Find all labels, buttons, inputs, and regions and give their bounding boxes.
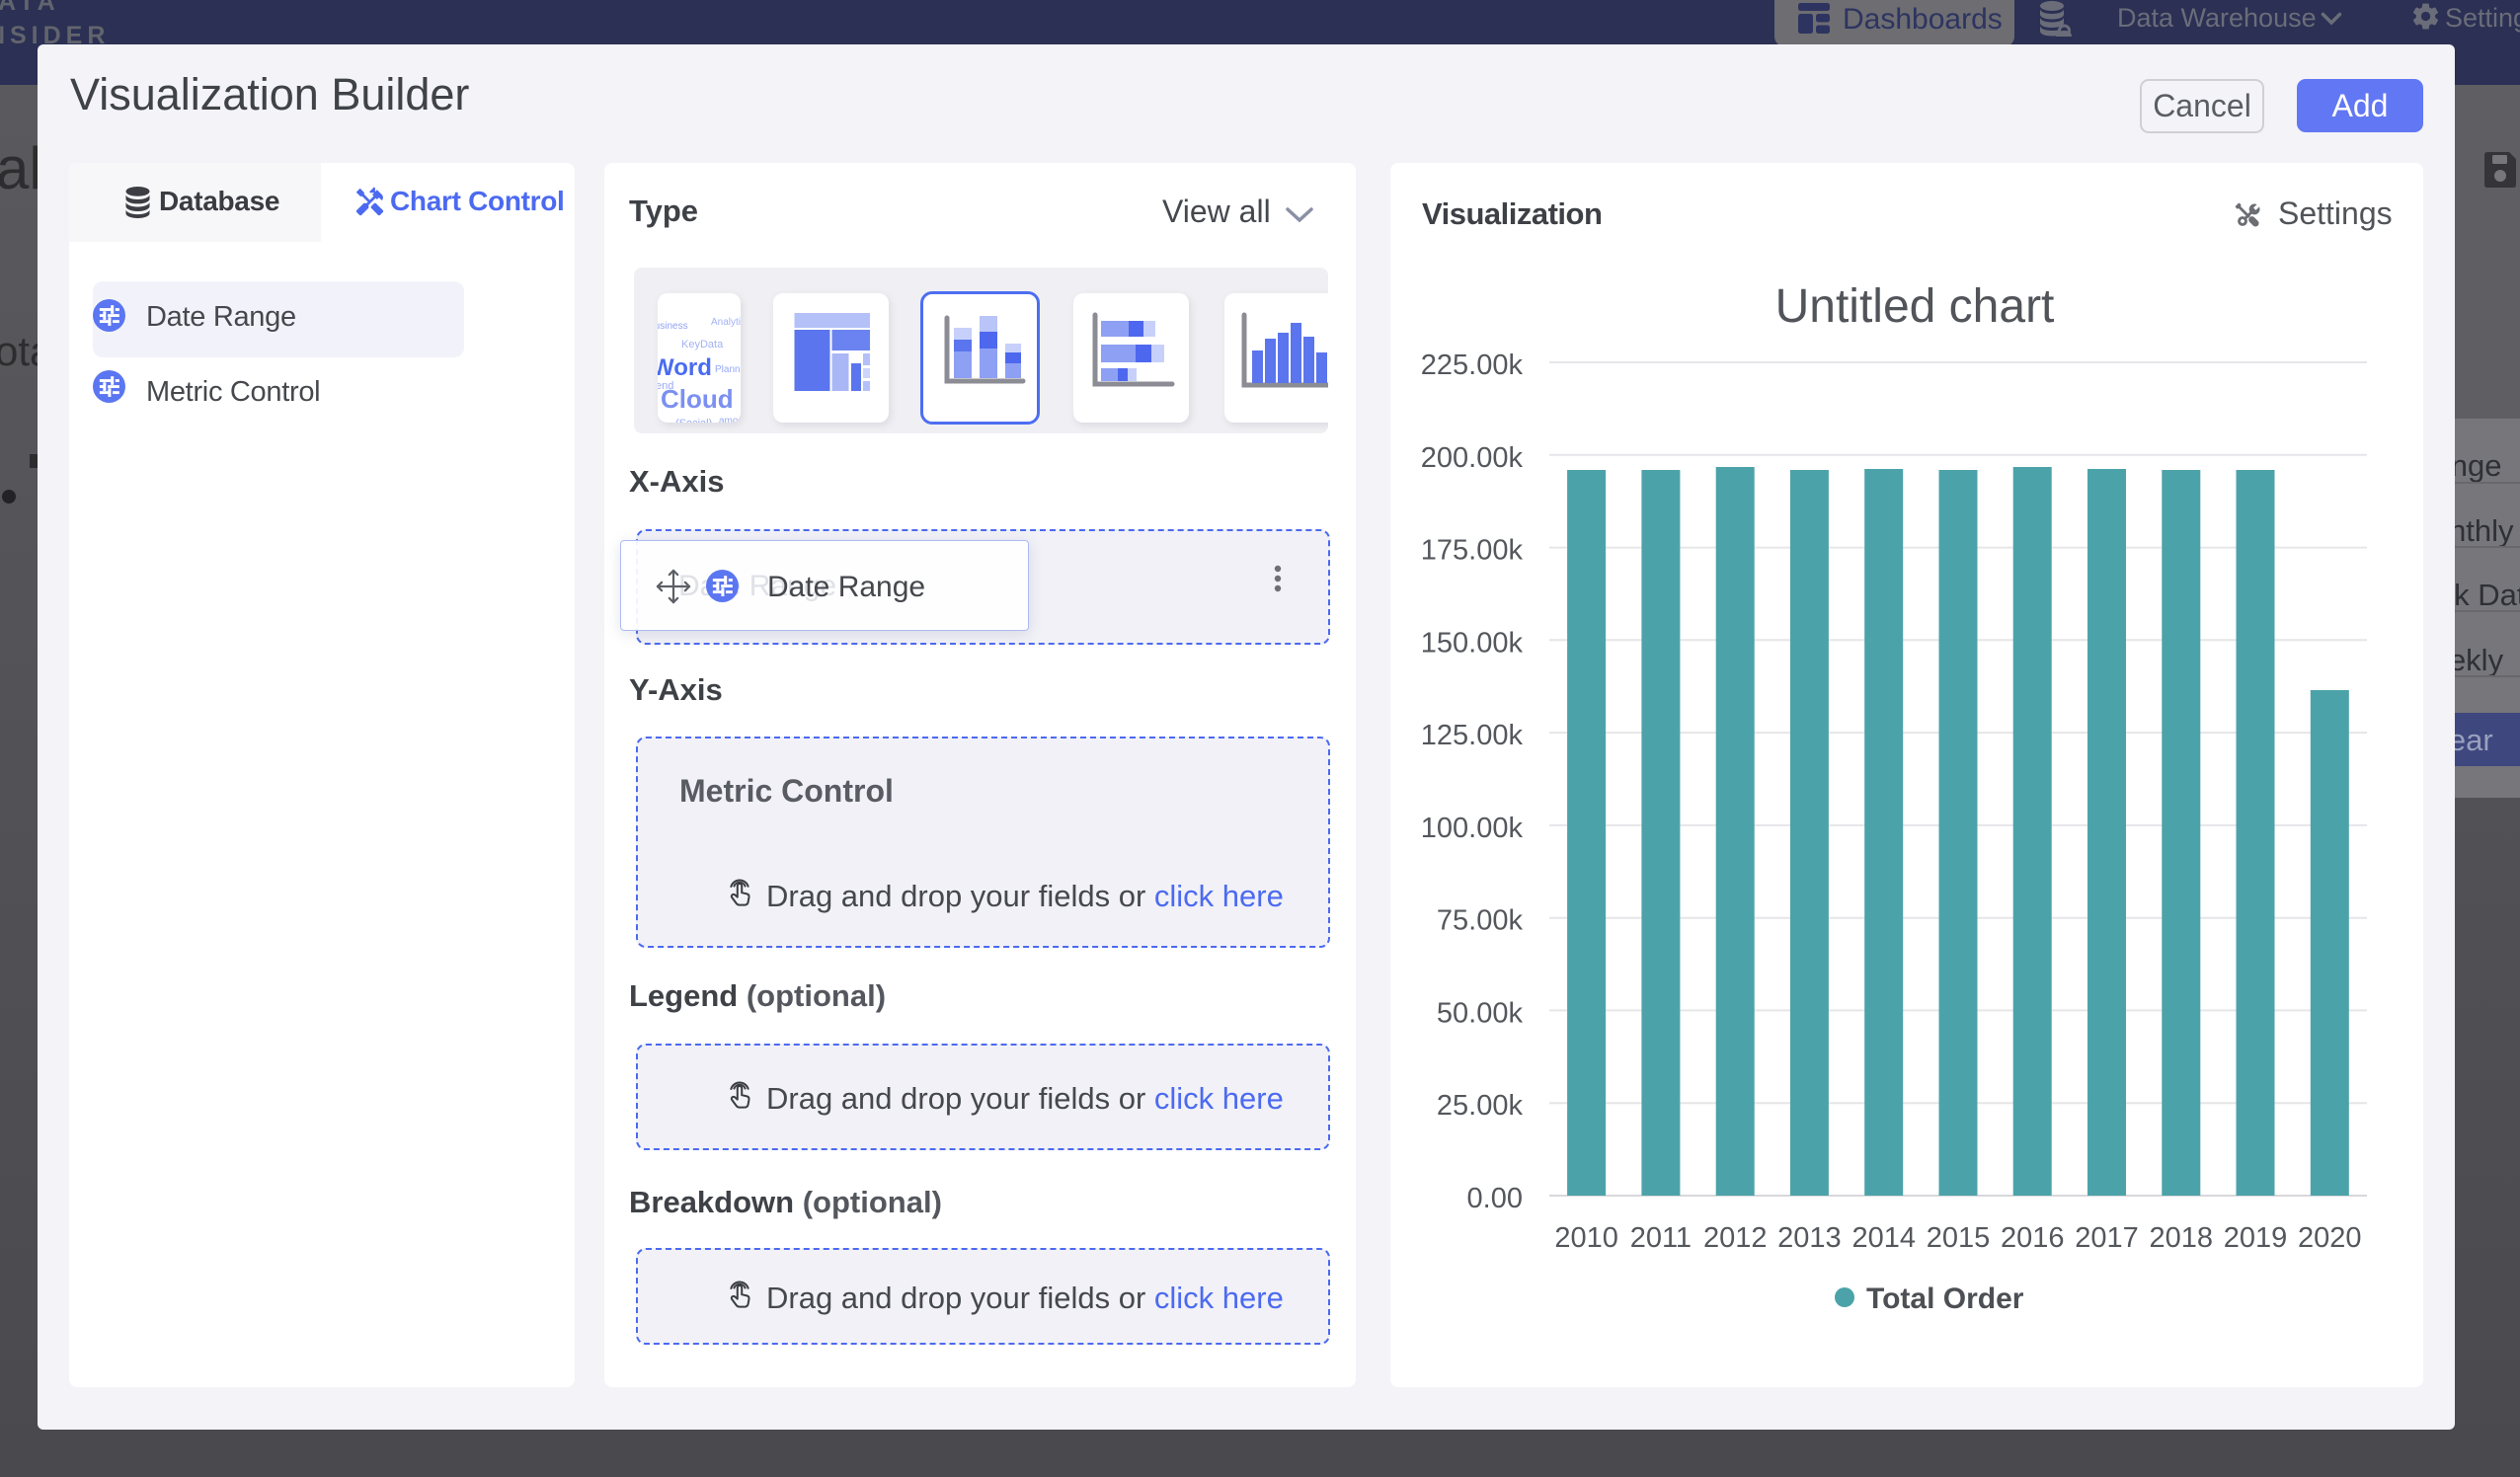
svg-text:2020: 2020 [2298, 1222, 2362, 1254]
svg-text:225.00k: 225.00k [1421, 350, 1524, 381]
svg-text:150.00k: 150.00k [1421, 627, 1524, 659]
svg-text:2014: 2014 [1851, 1222, 1916, 1254]
svg-text:75.00k: 75.00k [1437, 905, 1524, 937]
svg-text:Untitled chart: Untitled chart [1775, 280, 2055, 333]
svg-text:2013: 2013 [1777, 1222, 1842, 1254]
svg-text:2017: 2017 [2075, 1222, 2139, 1254]
svg-text:2010: 2010 [1554, 1222, 1618, 1254]
svg-text:Total Order: Total Order [1866, 1283, 2024, 1315]
svg-text:200.00k: 200.00k [1421, 442, 1524, 474]
svg-text:175.00k: 175.00k [1421, 535, 1524, 567]
svg-text:2015: 2015 [1927, 1222, 1991, 1254]
svg-text:2019: 2019 [2224, 1222, 2288, 1254]
svg-text:0.00: 0.00 [1467, 1183, 1523, 1214]
svg-text:2011: 2011 [1630, 1222, 1692, 1254]
svg-text:2012: 2012 [1703, 1222, 1768, 1254]
svg-text:125.00k: 125.00k [1421, 720, 1524, 751]
svg-text:2016: 2016 [2001, 1222, 2065, 1254]
svg-text:2018: 2018 [2150, 1222, 2214, 1254]
svg-text:25.00k: 25.00k [1437, 1090, 1524, 1122]
svg-text:100.00k: 100.00k [1421, 813, 1524, 844]
svg-text:50.00k: 50.00k [1437, 997, 1524, 1029]
